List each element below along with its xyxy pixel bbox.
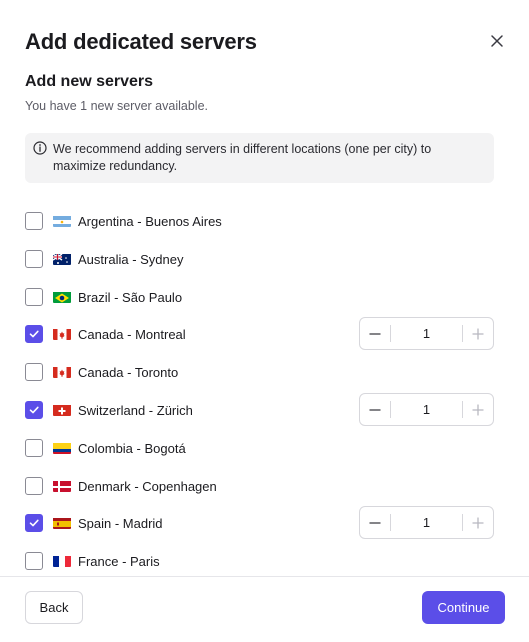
switzerland-flag-icon — [53, 404, 71, 416]
location-label: Australia - Sydney — [78, 251, 184, 267]
location-checkbox[interactable] — [25, 363, 43, 382]
brazil-flag-icon — [53, 291, 71, 303]
location-row: Canada - Toronto — [0, 353, 529, 391]
denmark-flag-icon — [53, 480, 71, 492]
back-button[interactable]: Back — [25, 591, 83, 624]
location-row: Switzerland - Zürich 1 — [0, 391, 529, 429]
location-label: Argentina - Buenos Aires — [78, 214, 222, 229]
location-checkbox[interactable] — [25, 514, 43, 533]
location-row: Argentina - Buenos Aires — [0, 202, 529, 240]
location-label: France - Paris — [78, 554, 160, 570]
location-row: Brazil - São Paulo — [0, 278, 529, 316]
location-label: Canada - Montreal — [78, 327, 186, 343]
location-label: Colombia - Bogotá — [78, 440, 186, 456]
canada-flag-icon — [53, 328, 71, 341]
dialog-title: Add dedicated servers — [25, 29, 257, 54]
location-list: Argentina - Buenos Aires Australia - Sydn… — [0, 201, 529, 576]
location-row: Colombia - Bogotá — [0, 429, 529, 467]
location-checkbox[interactable] — [25, 401, 43, 419]
plus-icon[interactable] — [463, 507, 493, 538]
colombia-flag-icon — [53, 442, 71, 454]
availability-text: You have 1 new server available. — [25, 99, 208, 113]
location-row: France - Paris — [0, 542, 529, 576]
location-row: Australia - Sydney — [0, 240, 529, 278]
france-flag-icon — [53, 555, 71, 568]
notice-text: We recommend adding servers in different… — [53, 142, 432, 173]
minus-icon[interactable] — [360, 318, 390, 349]
info-notice: We recommend adding servers in different… — [25, 133, 494, 183]
argentina-flag-icon — [53, 215, 71, 227]
australia-flag-icon — [53, 253, 71, 265]
plus-icon[interactable] — [463, 318, 493, 349]
location-checkbox[interactable] — [25, 438, 43, 457]
location-label: Brazil - São Paulo — [78, 289, 183, 305]
location-label: Denmark - Copenhagen — [78, 478, 217, 494]
dialog-footer: Back Continue — [0, 576, 529, 642]
location-checkbox[interactable] — [25, 287, 43, 306]
section-heading: Add new servers — [25, 73, 154, 90]
continue-button[interactable]: Continue — [422, 591, 505, 624]
close-icon[interactable] — [486, 30, 508, 52]
minus-icon[interactable] — [360, 394, 390, 425]
location-checkbox[interactable] — [25, 212, 43, 230]
quantity-stepper: 1 — [359, 506, 494, 540]
location-label: Spain - Madrid — [78, 516, 163, 532]
spain-flag-icon — [53, 517, 71, 530]
quantity-stepper: 1 — [359, 317, 494, 351]
check-icon — [29, 406, 39, 414]
minus-icon[interactable] — [360, 507, 390, 538]
location-row: Denmark - Copenhagen — [0, 467, 529, 505]
info-icon — [33, 141, 47, 155]
canada-flag-icon — [53, 366, 71, 379]
location-checkbox[interactable] — [25, 325, 43, 344]
quantity-value[interactable]: 1 — [391, 507, 462, 538]
quantity-stepper: 1 — [359, 393, 494, 426]
check-icon — [29, 330, 39, 338]
location-row: Spain - Madrid 1 — [0, 504, 529, 542]
location-label: Switzerland - Zürich — [78, 403, 193, 418]
plus-icon[interactable] — [463, 394, 493, 425]
add-servers-dialog: Add dedicated servers Add new servers Yo… — [0, 0, 529, 642]
check-icon — [29, 519, 39, 527]
location-checkbox[interactable] — [25, 552, 43, 571]
quantity-value[interactable]: 1 — [391, 318, 462, 349]
quantity-value[interactable]: 1 — [391, 394, 462, 425]
location-checkbox[interactable] — [25, 476, 43, 495]
location-checkbox[interactable] — [25, 249, 43, 268]
location-label: Canada - Toronto — [78, 365, 179, 381]
location-row: Canada - Montreal 1 — [0, 315, 529, 353]
